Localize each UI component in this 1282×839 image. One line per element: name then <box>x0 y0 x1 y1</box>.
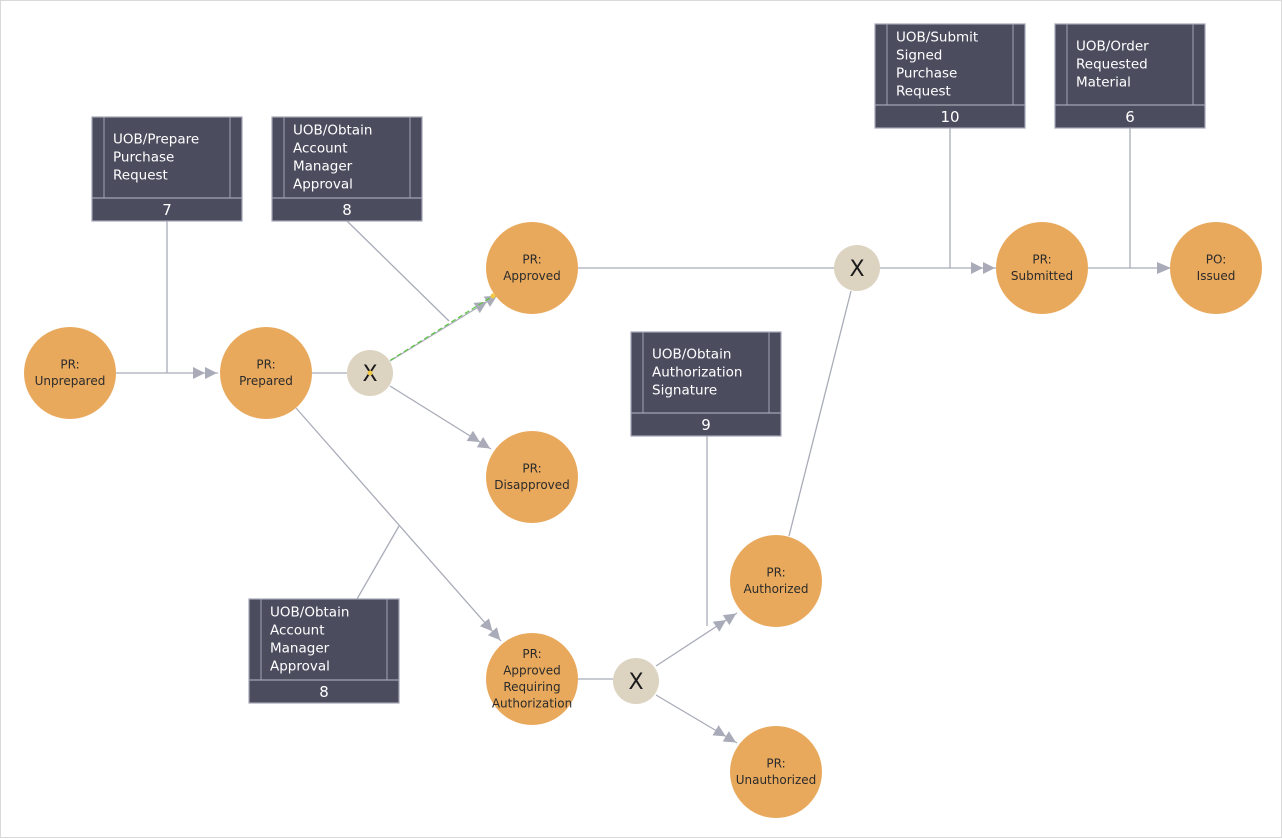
task-number: 7 <box>162 201 172 219</box>
task-box[interactable]: UOB/Obtain Authorization Signature 9 <box>630 331 782 437</box>
state-label-line: PR: <box>256 358 275 372</box>
state-node[interactable]: PR: Unprepared <box>24 327 116 419</box>
xor-gate[interactable]: X <box>834 245 880 291</box>
state-label-line: Unprepared <box>35 374 106 388</box>
state-label-line: Approved <box>503 664 561 678</box>
diagram-canvas[interactable]: UOB/Prepare Purchase Request 7 UOB/Obtain Acc… <box>0 0 1282 838</box>
connector-gate3-to-unauthorized[interactable] <box>655 694 738 744</box>
states-layer: PR: Unprepared PR: Prepared PR: Approved PR: Di… <box>24 222 1262 818</box>
state-circle <box>730 535 822 627</box>
task-box[interactable]: UOB/Obtain Account Manager Approval 8 <box>271 116 423 222</box>
connector-authorized-to-gate2[interactable] <box>788 290 852 537</box>
state-label-line: Requiring <box>503 680 560 694</box>
task-number: 9 <box>701 416 711 434</box>
task-title-line: Purchase <box>896 66 957 82</box>
task-title-line: UOB/Order <box>1076 39 1149 55</box>
xor-gate-icon: X <box>849 257 864 282</box>
xor-gate-icon: X <box>628 670 643 695</box>
state-label-line: PR: <box>1032 253 1051 267</box>
state-circle <box>24 327 116 419</box>
gates-layer: XXX <box>347 245 880 704</box>
state-node[interactable]: PR: Approved Requiring Authorization <box>486 633 578 725</box>
state-node[interactable]: PR: Prepared <box>220 327 312 419</box>
task-title-line: Signature <box>652 383 717 399</box>
state-node[interactable]: PR: Submitted <box>996 222 1088 314</box>
task-box[interactable]: UOB/Submit Signed Purchase Request 10 <box>874 23 1026 129</box>
state-label-line: PR: <box>60 358 79 372</box>
state-label-line: PR: <box>522 253 541 267</box>
connector-gate3-to-authorized[interactable] <box>655 612 738 667</box>
state-node[interactable]: PR: Unauthorized <box>730 726 822 818</box>
connector-task8-link[interactable] <box>346 220 450 322</box>
state-circle <box>220 327 312 419</box>
connector-gate1-to-approved[interactable] <box>389 294 499 362</box>
state-label-line: PR: <box>766 757 785 771</box>
task-title-line: Manager <box>270 641 330 657</box>
state-label-line: Submitted <box>1011 269 1073 283</box>
state-label-line: Unauthorized <box>736 773 817 787</box>
task-title-line: Requested <box>1076 57 1148 73</box>
process-diagram: UOB/Prepare Purchase Request 7 UOB/Obtain Acc… <box>24 23 1262 818</box>
task-title-line: Approval <box>270 659 330 675</box>
state-label-line: Authorization <box>492 697 572 711</box>
task-title-line: Request <box>896 84 951 100</box>
state-label-line: Approved <box>503 269 561 283</box>
state-node[interactable]: PR: Authorized <box>730 535 822 627</box>
task-title-line: Request <box>113 168 168 184</box>
task-box[interactable]: UOB/Order Requested Material 6 <box>1054 23 1206 129</box>
task-title-line: Purchase <box>113 150 174 166</box>
state-node[interactable]: PR: Approved <box>486 222 578 314</box>
state-circle <box>486 222 578 314</box>
state-circle <box>1170 222 1262 314</box>
state-label-line: PR: <box>766 566 785 580</box>
state-label-line: PR: <box>522 462 541 476</box>
state-circle <box>730 726 822 818</box>
task-number: 10 <box>940 108 959 126</box>
state-label-line: Disapproved <box>494 478 570 492</box>
task-title-line: Approval <box>293 177 353 193</box>
state-label-line: Authorized <box>743 582 808 596</box>
task-title-line: Account <box>270 623 325 639</box>
task-title-line: Material <box>1076 75 1131 91</box>
task-number: 6 <box>1125 108 1135 126</box>
state-label-line: Prepared <box>239 374 293 388</box>
state-node[interactable]: PO: Issued <box>1170 222 1262 314</box>
task-title-line: Manager <box>293 159 353 175</box>
connector-gate1-to-disapproved[interactable] <box>389 385 492 450</box>
task-title-line: UOB/Obtain <box>270 605 349 621</box>
task-box[interactable]: UOB/Obtain Account Manager Approval 8 <box>248 598 400 704</box>
task-title-line: UOB/Submit <box>896 30 978 46</box>
connector-handle[interactable] <box>367 370 373 376</box>
state-label-line: Issued <box>1197 269 1236 283</box>
task-title-line: UOB/Prepare <box>113 132 199 148</box>
xor-gate[interactable]: X <box>613 658 659 704</box>
task-number: 8 <box>342 201 352 219</box>
task-title-line: Authorization <box>652 365 742 381</box>
state-label-line: PO: <box>1206 253 1227 267</box>
state-node[interactable]: PR: Disapproved <box>486 431 578 523</box>
task-title-line: UOB/Obtain <box>293 123 372 139</box>
task-title-line: UOB/Obtain <box>652 347 731 363</box>
state-circle <box>996 222 1088 314</box>
task-box[interactable]: UOB/Prepare Purchase Request 7 <box>91 116 243 222</box>
state-circle <box>486 431 578 523</box>
connector-handle[interactable] <box>490 293 496 299</box>
task-title-line: Account <box>293 141 348 157</box>
state-label-line: PR: <box>522 647 541 661</box>
task-number: 8 <box>319 683 329 701</box>
task-title-line: Signed <box>896 48 942 64</box>
